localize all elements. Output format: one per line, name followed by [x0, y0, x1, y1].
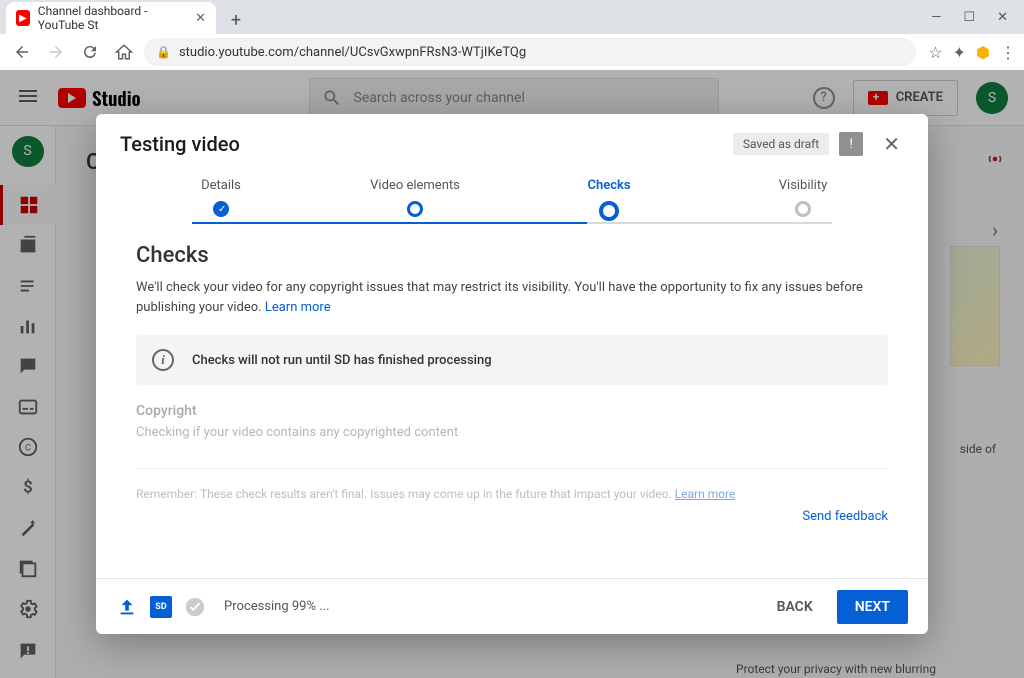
feedback-modal-icon[interactable]: !	[839, 132, 863, 156]
address-bar: 🔒 studio.youtube.com/channel/UCsvGxwpnFR…	[0, 34, 1024, 70]
upload-icon	[116, 596, 138, 618]
home-icon[interactable]	[110, 38, 138, 66]
window-controls: — ☐ ✕	[931, 0, 1024, 34]
lock-icon: 🔒	[156, 45, 171, 59]
modal-title: Testing video	[120, 132, 240, 156]
back-button[interactable]: BACK	[765, 591, 825, 623]
reload-icon[interactable]	[76, 38, 104, 66]
back-icon[interactable]	[8, 38, 36, 66]
send-feedback-link[interactable]: Send feedback	[136, 509, 888, 524]
copyright-section: Copyright Checking if your video contain…	[136, 403, 888, 440]
copyright-title: Copyright	[136, 403, 888, 419]
step-dot-current-icon	[599, 201, 619, 221]
browser-chrome: ▶ Channel dashboard - YouTube St ✕ + 🔒 s…	[0, 0, 1024, 70]
addr-actions: ☆ ✦ ⬢ ⋮	[928, 43, 1016, 62]
step-details[interactable]: Details	[166, 178, 276, 221]
tab-close-icon[interactable]: ✕	[195, 11, 206, 26]
learn-more-link[interactable]: Learn more	[265, 300, 331, 315]
close-window-icon[interactable]: ✕	[997, 10, 1008, 25]
remember-note: Remember: These check results aren't fin…	[136, 468, 888, 503]
tab-title: Channel dashboard - YouTube St	[38, 4, 187, 32]
step-visibility[interactable]: Visibility	[748, 178, 858, 221]
minimize-icon[interactable]: —	[931, 10, 941, 25]
section-title: Checks	[136, 243, 888, 268]
upload-modal: Testing video Saved as draft ! ✕ Details…	[96, 114, 928, 634]
draft-badge: Saved as draft	[733, 133, 829, 155]
url-text: studio.youtube.com/channel/UCsvGxwpnFRsN…	[179, 45, 526, 60]
modal-footer: SD Processing 99% ... BACK NEXT	[96, 578, 928, 634]
check-pending-icon	[184, 596, 206, 618]
step-dot-future-icon	[795, 201, 811, 217]
extension-icon[interactable]: ✦	[953, 43, 966, 62]
url-field[interactable]: 🔒 studio.youtube.com/channel/UCsvGxwpnFR…	[144, 38, 916, 66]
section-desc: We'll check your video for any copyright…	[136, 278, 888, 317]
youtube-favicon-icon: ▶	[16, 10, 30, 26]
new-tab-button[interactable]: +	[222, 6, 250, 34]
star-icon[interactable]: ☆	[928, 43, 942, 62]
step-elements[interactable]: Video elements	[360, 178, 470, 221]
info-icon: i	[152, 349, 174, 371]
learn-more-link-2[interactable]: Learn more	[675, 487, 736, 501]
modal-header: Testing video Saved as draft ! ✕	[96, 114, 928, 170]
next-button[interactable]: NEXT	[837, 590, 908, 624]
step-checks[interactable]: Checks	[554, 178, 664, 221]
modal-body: Checks We'll check your video for any co…	[96, 239, 928, 578]
browser-menu-icon[interactable]: ⋮	[1000, 43, 1016, 62]
step-dot-icon	[407, 201, 423, 217]
forward-icon	[42, 38, 70, 66]
notice-text: Checks will not run until SD has finishe…	[192, 353, 492, 368]
close-modal-icon[interactable]: ✕	[879, 130, 904, 158]
processing-text: Processing 99% ...	[224, 599, 330, 614]
step-dot-done-icon	[213, 201, 229, 217]
processing-notice: i Checks will not run until SD has finis…	[136, 335, 888, 385]
copyright-desc: Checking if your video contains any copy…	[136, 425, 888, 440]
maximize-icon[interactable]: ☐	[963, 10, 975, 25]
extension-icon-2[interactable]: ⬢	[976, 43, 990, 62]
stepper: Details Video elements Checks Visibility	[96, 170, 928, 239]
tab-strip: ▶ Channel dashboard - YouTube St ✕ +	[0, 0, 1024, 34]
sd-badge-icon: SD	[150, 596, 172, 618]
browser-tab[interactable]: ▶ Channel dashboard - YouTube St ✕	[6, 2, 216, 34]
